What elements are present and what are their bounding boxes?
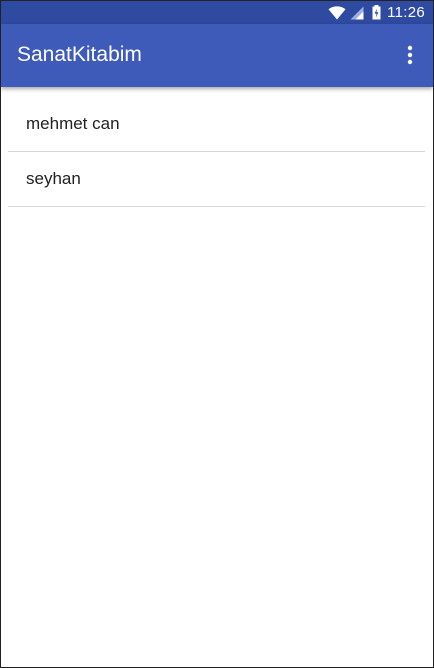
list-item-label: mehmet can	[26, 114, 120, 133]
artist-list: mehmet can seyhan	[1, 97, 433, 207]
app-screen: 11:26 SanatKitabim mehmet can seyhan	[0, 0, 434, 668]
status-icons: 11:26	[328, 1, 425, 24]
battery-charging-icon	[372, 5, 381, 20]
app-bar: SanatKitabim	[1, 24, 433, 87]
list-item[interactable]: seyhan	[1, 152, 433, 207]
list-item-label: seyhan	[26, 169, 81, 188]
app-title: SanatKitabim	[17, 43, 142, 66]
list-item[interactable]: mehmet can	[1, 97, 433, 152]
wifi-icon	[328, 5, 346, 20]
more-vert-icon	[407, 45, 413, 65]
status-time: 11:26	[387, 4, 425, 21]
cell-signal-icon	[350, 6, 364, 20]
divider	[8, 206, 425, 207]
overflow-menu-button[interactable]	[397, 42, 423, 68]
status-bar: 11:26	[1, 1, 433, 24]
